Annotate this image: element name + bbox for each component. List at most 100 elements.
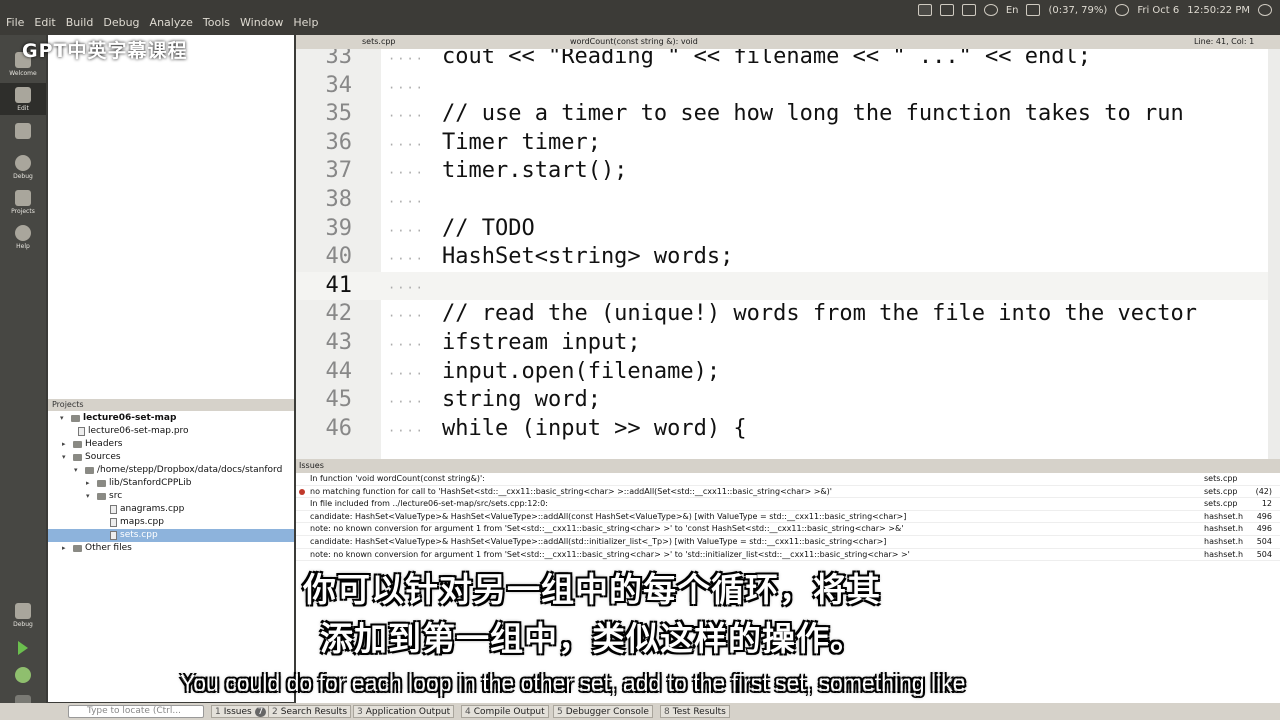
- tab-search-results[interactable]: 2 Search Results: [268, 705, 352, 718]
- mode-edit[interactable]: Edit: [0, 83, 46, 115]
- clock[interactable]: 12:50:22 PM: [1187, 5, 1250, 16]
- issue-row[interactable]: note: no known conversion for argument 1…: [296, 549, 1280, 562]
- menu-build[interactable]: Build: [66, 16, 94, 29]
- code-line[interactable]: 39 ···· // TODO: [296, 215, 1268, 243]
- collapse-arrow-icon[interactable]: ▾: [62, 451, 70, 464]
- run-button[interactable]: [0, 641, 46, 657]
- editor-scrollbar[interactable]: [1268, 49, 1280, 459]
- issue-row[interactable]: note: no known conversion for argument 1…: [296, 523, 1280, 536]
- folder-icon: [85, 467, 94, 474]
- wifi-icon[interactable]: [983, 4, 998, 16]
- tab-number: 5: [557, 707, 563, 717]
- debug-run-button[interactable]: [0, 667, 46, 685]
- menu-window[interactable]: Window: [240, 16, 283, 29]
- tree-item-pro-file[interactable]: lecture06-set-map.pro: [78, 425, 189, 438]
- battery-icon[interactable]: [1026, 4, 1041, 16]
- issue-line: 504: [1256, 537, 1272, 546]
- issue-row[interactable]: candidate: HashSet<ValueType>& HashSet<V…: [296, 511, 1280, 524]
- tree-item-sources[interactable]: ▾ Sources: [62, 451, 121, 464]
- code-line[interactable]: 45 ···· string word;: [296, 386, 1268, 414]
- code-line[interactable]: 38 ····: [296, 186, 1268, 214]
- input-method[interactable]: En: [1006, 5, 1019, 16]
- issue-row[interactable]: candidate: HashSet<ValueType>& HashSet<V…: [296, 536, 1280, 549]
- tab-label: Search Results: [280, 707, 348, 717]
- menu-edit[interactable]: Edit: [34, 16, 55, 29]
- locator-input[interactable]: Type to locate (Ctrl...: [68, 705, 204, 718]
- cpp-file-icon: [110, 505, 117, 514]
- kit-selector[interactable]: Debug: [0, 603, 46, 628]
- menu-debug[interactable]: Debug: [103, 16, 139, 29]
- issue-message: In file included from ../lecture06-set-m…: [310, 499, 548, 509]
- tree-item-label: Sources: [85, 452, 121, 462]
- power-icon[interactable]: [1258, 4, 1272, 16]
- tree-item-anagrams[interactable]: anagrams.cpp: [110, 503, 184, 516]
- clipboard-icon[interactable]: [939, 4, 954, 16]
- mode-help[interactable]: Help: [0, 225, 46, 250]
- code-text: string word;: [442, 387, 601, 413]
- tab-issues[interactable]: 1 Issues 7: [211, 705, 271, 718]
- issue-message: In function 'void wordCount(const string…: [310, 474, 485, 483]
- tab-compile-output[interactable]: 4 Compile Output: [461, 705, 549, 718]
- editor-toolbar: sets.cpp wordCount(const string &): void…: [296, 35, 1280, 49]
- code-line[interactable]: 35 ···· // use a timer to see how long the…: [296, 100, 1268, 128]
- issue-row[interactable]: no matching function for call to 'HashSe…: [296, 486, 1280, 499]
- system-tray: En (0:37, 79%) Fri Oct 6 12:50:22 PM: [917, 1, 1272, 19]
- tree-item-path[interactable]: ▾ /home/stepp/Dropbox/data/docs/stanford: [74, 464, 282, 477]
- issues-pane-header: Issues: [296, 459, 1280, 473]
- tree-item-other-files[interactable]: ▸ Other files: [62, 542, 132, 555]
- expand-arrow-icon[interactable]: ▸: [62, 438, 70, 451]
- function-combo[interactable]: wordCount(const string &): void: [570, 37, 698, 46]
- code-line[interactable]: 46 ···· while (input >> word) {: [296, 415, 1268, 443]
- mode-projects[interactable]: Projects: [0, 190, 46, 215]
- battery-status[interactable]: (0:37, 79%): [1048, 5, 1107, 16]
- collapse-arrow-icon[interactable]: ▾: [74, 464, 82, 477]
- line-number: 33: [325, 49, 353, 69]
- chrome-icon[interactable]: [917, 4, 932, 16]
- tree-item-sets[interactable]: sets.cpp: [48, 529, 294, 542]
- tab-label: Debugger Console: [565, 707, 649, 717]
- tab-application-output[interactable]: 3 Application Output: [353, 705, 455, 718]
- code-text: timer.start();: [442, 158, 628, 184]
- run-icon: [18, 641, 28, 655]
- volume-icon[interactable]: [1115, 4, 1130, 16]
- tree-item-src[interactable]: ▾ src: [86, 490, 122, 503]
- file-tab[interactable]: sets.cpp: [362, 37, 396, 46]
- code-line[interactable]: 36 ···· Timer timer;: [296, 129, 1268, 157]
- tree-item-project[interactable]: ▾ lecture06-set-map: [60, 412, 176, 425]
- tree-item-maps[interactable]: maps.cpp: [110, 516, 164, 529]
- code-line[interactable]: 34 ····: [296, 72, 1268, 100]
- cursor-position[interactable]: Line: 41, Col: 1: [1194, 37, 1254, 46]
- tab-number: 2: [272, 707, 278, 717]
- tree-item-headers[interactable]: ▸ Headers: [62, 438, 122, 451]
- expand-arrow-icon[interactable]: ▸: [62, 542, 70, 555]
- code-line[interactable]: 42 ···· // read the (unique!) words from t…: [296, 300, 1268, 328]
- menu-tools[interactable]: Tools: [203, 16, 230, 29]
- collapse-arrow-icon[interactable]: ▾: [60, 412, 68, 425]
- mode-debug[interactable]: Debug: [0, 155, 46, 180]
- issue-file: hashset.h: [1204, 511, 1244, 521]
- whitespace-dots: ····: [388, 395, 425, 410]
- tab-test-results[interactable]: 8 Test Results: [660, 705, 730, 718]
- date[interactable]: Fri Oct 6: [1137, 5, 1179, 16]
- whitespace-dots: ····: [388, 195, 425, 209]
- mode-label: Debug: [13, 621, 33, 628]
- code-line[interactable]: 43 ···· ifstream input;: [296, 329, 1268, 357]
- expand-arrow-icon[interactable]: ▸: [86, 477, 94, 490]
- collapse-arrow-icon[interactable]: ▾: [86, 490, 94, 503]
- issue-row[interactable]: In file included from ../lecture06-set-m…: [296, 498, 1280, 511]
- code-line[interactable]: 33 ···· cout << "Reading " << filename << …: [296, 49, 1268, 71]
- menu-analyze[interactable]: Analyze: [150, 16, 193, 29]
- tree-item-lib[interactable]: ▸ lib/StanfordCPPLib: [86, 477, 192, 490]
- keyboard-icon[interactable]: [961, 4, 976, 16]
- tab-debugger-console[interactable]: 5 Debugger Console: [553, 705, 653, 718]
- code-line[interactable]: 44 ···· input.open(filename);: [296, 358, 1268, 386]
- mode-design[interactable]: [0, 123, 46, 141]
- menu-file[interactable]: File: [6, 16, 24, 29]
- issue-row[interactable]: In function 'void wordCount(const string…: [296, 473, 1280, 486]
- code-editor[interactable]: 33 ···· cout << "Reading " << filename << …: [296, 49, 1268, 459]
- tab-label: Application Output: [365, 707, 451, 717]
- code-line[interactable]: 40 ···· HashSet<string> words;: [296, 243, 1268, 271]
- menu-help[interactable]: Help: [293, 16, 318, 29]
- code-line[interactable]: 41 ····: [296, 271, 1268, 300]
- code-line[interactable]: 37 ···· timer.start();: [296, 157, 1268, 185]
